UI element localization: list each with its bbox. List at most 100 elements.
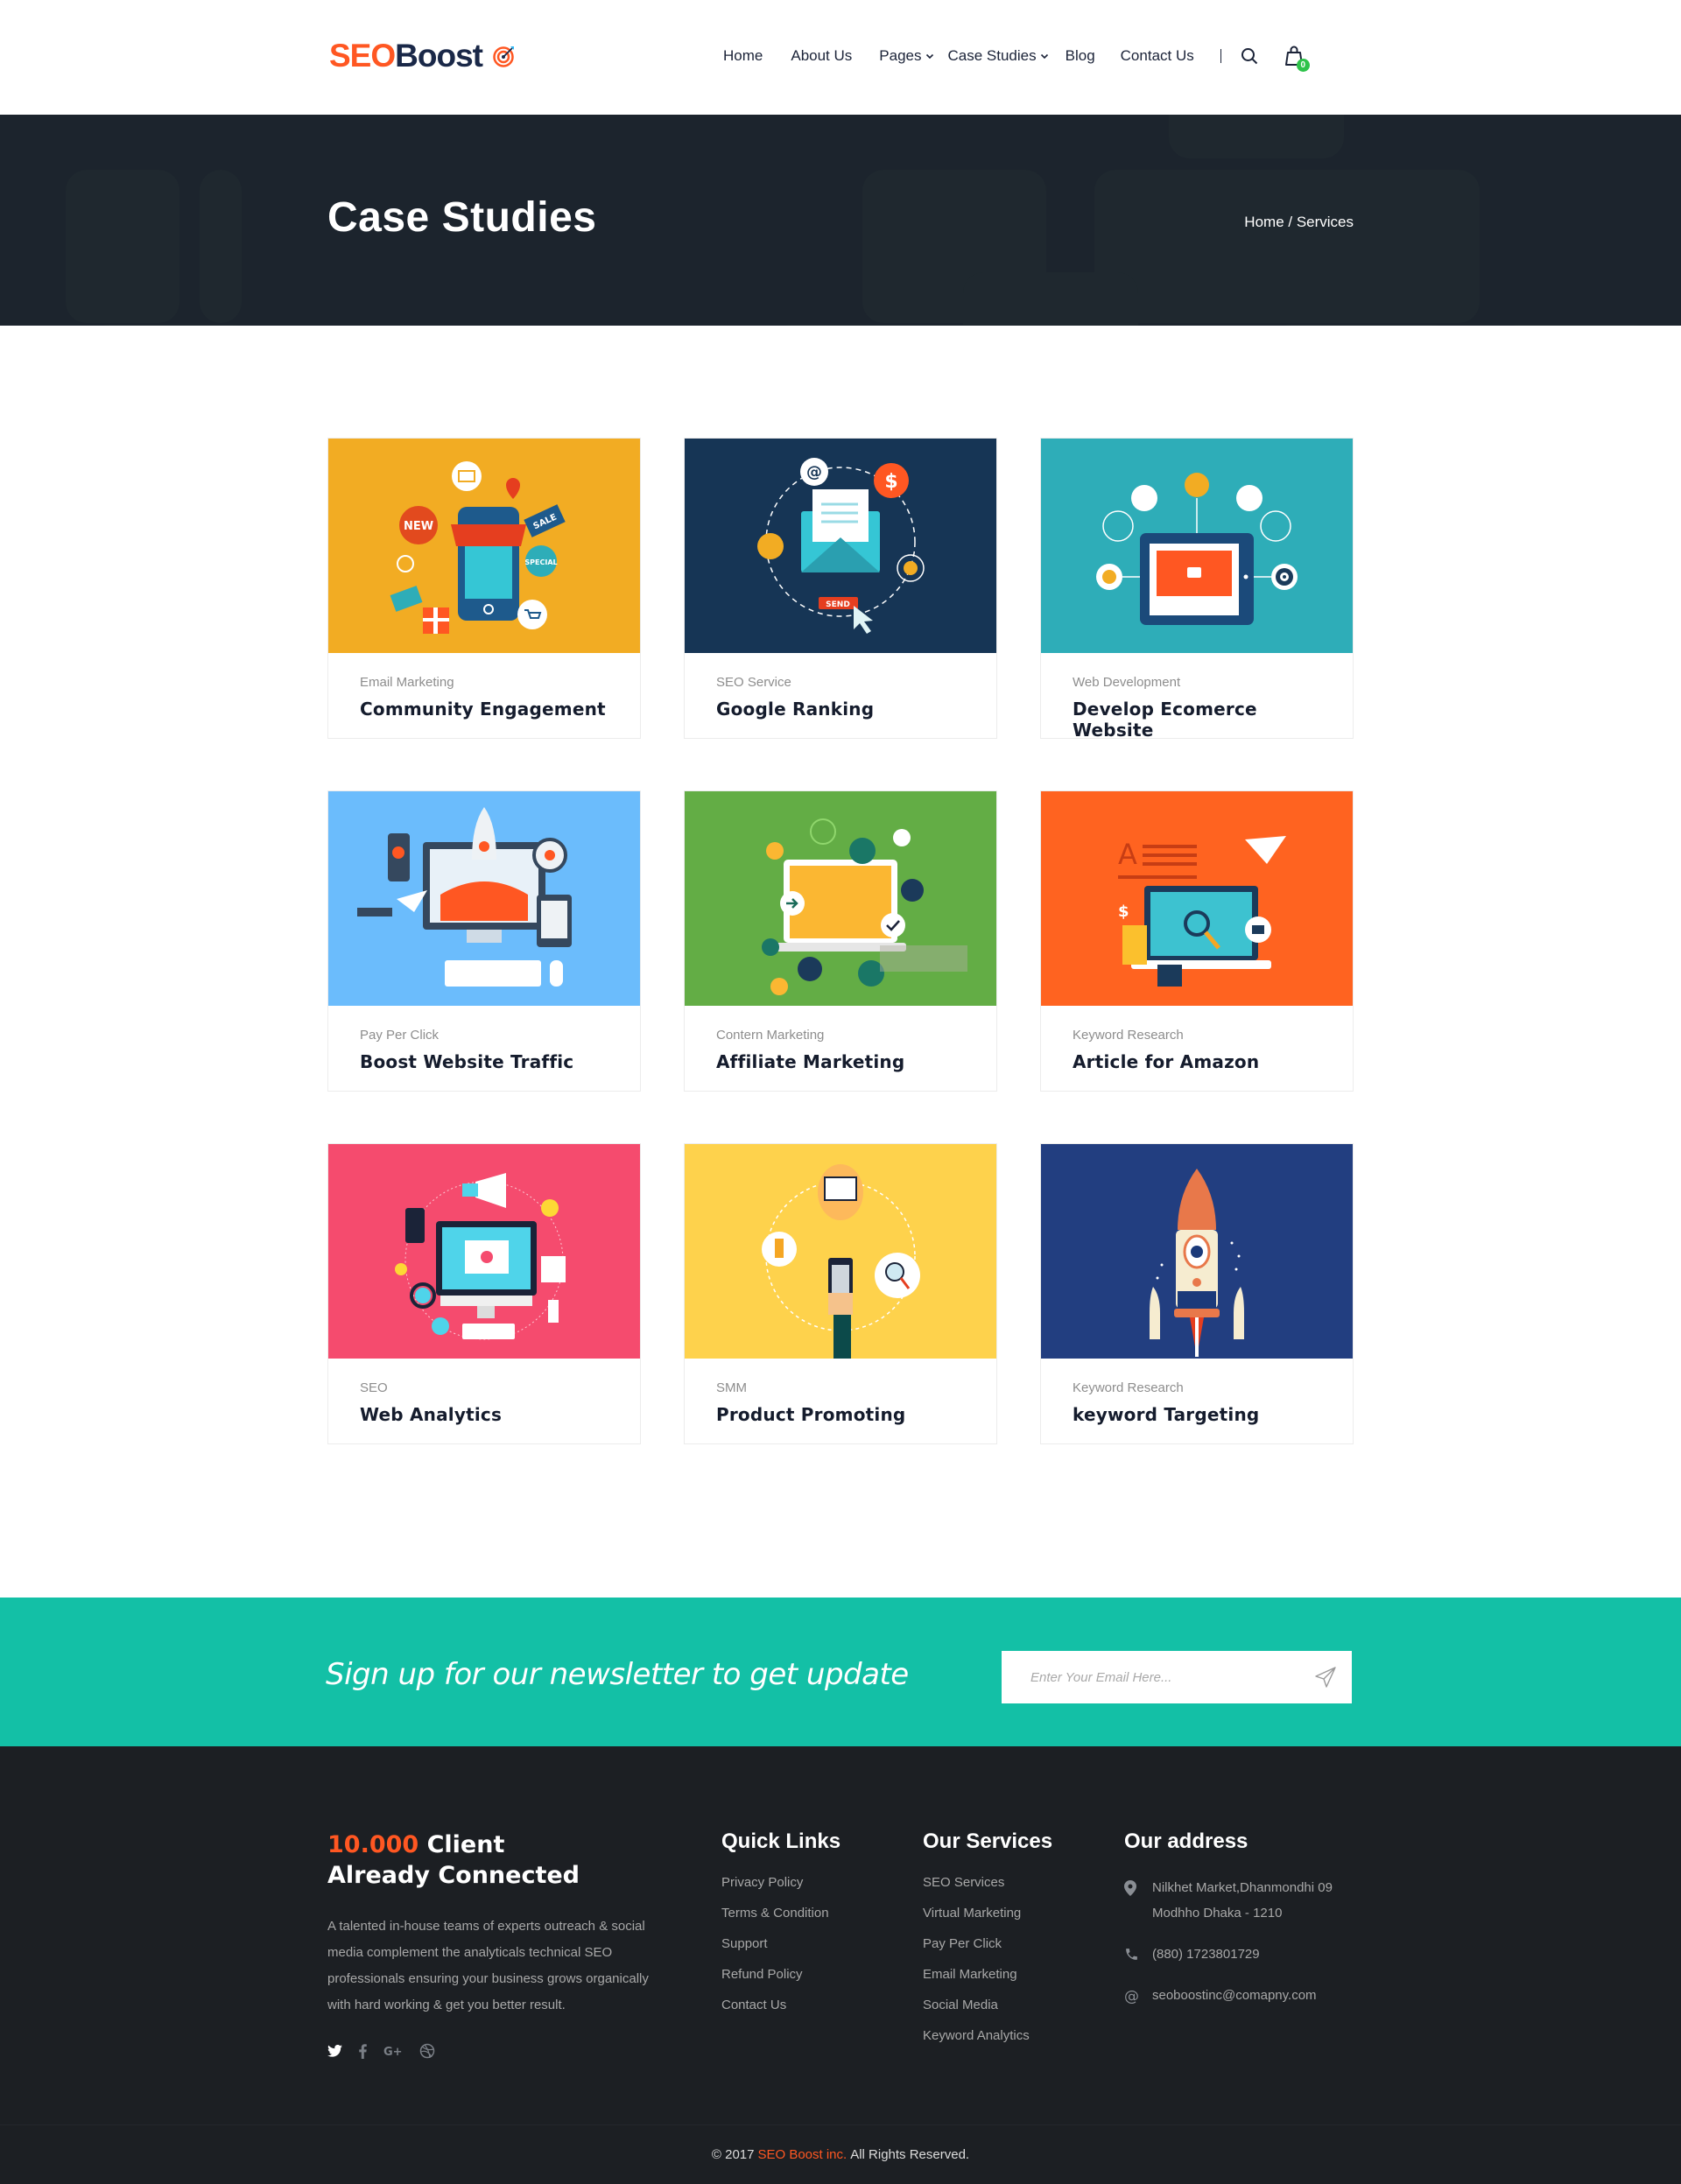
headline-client: Client <box>418 1831 505 1858</box>
footer-services: Our Services SEO Services Virtual Market… <box>923 1829 1052 2059</box>
card-caption: Contern Marketing Affiliate Marketing <box>685 1006 996 1092</box>
nav-contact-us[interactable]: Contact Us <box>1121 47 1194 65</box>
copyright-prefix: © 2017 <box>711 2147 755 2162</box>
facebook-icon <box>359 2043 367 2059</box>
footer-link-seo-services[interactable]: SEO Services <box>923 1875 1052 1906</box>
card-category: Contern Marketing <box>716 1028 825 1043</box>
newsletter-email-input[interactable] <box>1002 1651 1299 1703</box>
services-list: SEO Services Virtual Marketing Pay Per C… <box>923 1875 1052 2059</box>
svg-text:SPECIAL: SPECIAL <box>524 558 557 566</box>
tablet-video-illustration <box>1096 472 1298 625</box>
case-study-card[interactable]: @ $ SEND SEO Service Google Ranking <box>684 438 997 739</box>
nav-home[interactable]: Home <box>723 47 763 65</box>
footer-link-social-media[interactable]: Social Media <box>923 1998 1052 2028</box>
copyright-suffix: All Rights Reserved. <box>850 2147 970 2162</box>
nav-blog[interactable]: Blog <box>1066 47 1095 65</box>
chevron-down-icon <box>1040 53 1048 60</box>
logo-text-boost: Boost <box>395 38 483 74</box>
card-title[interactable]: Boost Website Traffic <box>360 1051 608 1072</box>
facebook-link[interactable] <box>359 2043 367 2059</box>
laptop-icons-illustration <box>762 818 967 995</box>
card-caption: SMM Product Promoting <box>685 1359 996 1444</box>
card-category: Email Marketing <box>360 675 454 690</box>
case-study-card[interactable]: Keyword Research keyword Targeting <box>1040 1143 1354 1444</box>
headline-line2: Already Connected <box>327 1862 580 1889</box>
hero-background-shape <box>66 170 179 323</box>
card-image: A $ <box>1041 791 1353 1006</box>
logo[interactable]: SEO Boost <box>329 38 516 74</box>
email-address[interactable]: seoboostinc@comapny.com <box>1152 1983 1317 2008</box>
footer-address: Our address Nilkhet Market,Dhanmondhi 09… <box>1124 1829 1361 2024</box>
case-study-card[interactable]: Web Development Develop Ecomerce Website <box>1040 438 1354 741</box>
card-title[interactable]: Article for Amazon <box>1073 1051 1321 1072</box>
nav-label: Case Studies <box>947 47 1037 64</box>
search-icon <box>1241 48 1257 65</box>
phone-number[interactable]: (880) 1723801729 <box>1152 1942 1260 1967</box>
newsletter-send-button[interactable] <box>1299 1651 1352 1703</box>
page-hero: Case Studies Home / Services <box>0 115 1681 326</box>
nav-label: Contact Us <box>1120 47 1194 64</box>
address-line-2: Modhho Dhaka - 1210 <box>1152 1906 1283 1921</box>
address-line-1: Nilkhet Market,Dhanmondhi 09 <box>1152 1880 1333 1895</box>
hero-background-shape <box>200 170 242 323</box>
google-plus-link[interactable]: G+ <box>383 2045 403 2057</box>
nav-label: Home <box>723 47 763 64</box>
card-image <box>685 1144 996 1359</box>
social-links: G+ <box>327 2043 660 2059</box>
footer-link-terms-condition[interactable]: Terms & Condition <box>721 1906 840 1936</box>
footer-link-refund-policy[interactable]: Refund Policy <box>721 1967 840 1998</box>
footer-link-support[interactable]: Support <box>721 1936 840 1967</box>
nav-label: Blog <box>1065 47 1095 64</box>
footer-quick-links: Quick Links Privacy Policy Terms & Condi… <box>721 1829 840 2028</box>
quick-links-heading: Quick Links <box>721 1829 841 1853</box>
card-category: Keyword Research <box>1073 1380 1184 1395</box>
case-study-card[interactable]: NEW SALE SPECIAL Email Marketing Communi… <box>327 438 641 739</box>
card-title[interactable]: Community Engagement <box>360 699 608 720</box>
card-caption: Keyword Research Article for Amazon <box>1041 1006 1353 1092</box>
nav-about-us[interactable]: About Us <box>791 47 852 65</box>
breadcrumb[interactable]: Home / Services <box>1244 214 1354 231</box>
case-study-card[interactable]: SEO Web Analytics <box>327 1143 641 1444</box>
case-study-card[interactable]: Pay Per Click Boost Website Traffic <box>327 790 641 1092</box>
phone-icon <box>1126 1949 1137 1960</box>
hero-background-shape <box>88 325 254 326</box>
hero-background-shape <box>1270 325 1453 326</box>
card-title[interactable]: Develop Ecomerce Website <box>1073 699 1321 741</box>
client-count: 10.000 <box>327 1831 419 1858</box>
mobile-shop-illustration: NEW SALE SPECIAL <box>390 460 566 634</box>
footer-about: 10.000 Client Already Connected A talent… <box>327 1829 660 2059</box>
paper-plane-icon <box>1315 1667 1336 1688</box>
search-button[interactable] <box>1241 47 1258 65</box>
newsletter-form <box>1002 1651 1352 1703</box>
card-title[interactable]: Affiliate Marketing <box>716 1051 965 1072</box>
card-title[interactable]: Web Analytics <box>360 1404 608 1425</box>
card-title[interactable]: keyword Targeting <box>1073 1404 1321 1425</box>
svg-text:@: @ <box>806 463 822 481</box>
phone-hand-illustration <box>762 1164 920 1359</box>
footer-link-keyword-analytics[interactable]: Keyword Analytics <box>923 2028 1052 2059</box>
site-header: SEO Boost Home About Us Pages Case Studie… <box>0 0 1681 115</box>
footer-link-pay-per-click[interactable]: Pay Per Click <box>923 1936 1052 1967</box>
nav-case-studies[interactable]: Case Studies <box>948 47 1049 65</box>
footer-link-privacy-policy[interactable]: Privacy Policy <box>721 1875 840 1906</box>
case-study-card[interactable]: Contern Marketing Affiliate Marketing <box>684 790 997 1092</box>
services-heading: Our Services <box>923 1829 1053 1853</box>
card-title[interactable]: Product Promoting <box>716 1404 965 1425</box>
footer-link-virtual-marketing[interactable]: Virtual Marketing <box>923 1906 1052 1936</box>
at-sign-icon: @ <box>1124 1988 1139 2004</box>
footer-link-contact-us[interactable]: Contact Us <box>721 1998 840 2028</box>
twitter-link[interactable] <box>327 2045 342 2057</box>
card-title[interactable]: Google Ranking <box>716 699 965 720</box>
nav-label: About Us <box>791 47 853 64</box>
cart-button[interactable]: 0 <box>1284 46 1310 72</box>
card-image <box>1041 1144 1353 1359</box>
case-study-card[interactable]: SMM Product Promoting <box>684 1143 997 1444</box>
footer-link-email-marketing[interactable]: Email Marketing <box>923 1967 1052 1998</box>
email-send-illustration: @ $ SEND <box>757 457 925 634</box>
copyright-brand-link[interactable]: SEO Boost inc. <box>757 2147 847 2162</box>
card-caption: SEO Web Analytics <box>328 1359 640 1444</box>
case-study-card[interactable]: A $ Keyword Research Article for Amazon <box>1040 790 1354 1092</box>
nav-pages[interactable]: Pages <box>879 47 933 65</box>
cart-count-badge: 0 <box>1296 59 1310 72</box>
dribbble-link[interactable] <box>419 2043 435 2059</box>
